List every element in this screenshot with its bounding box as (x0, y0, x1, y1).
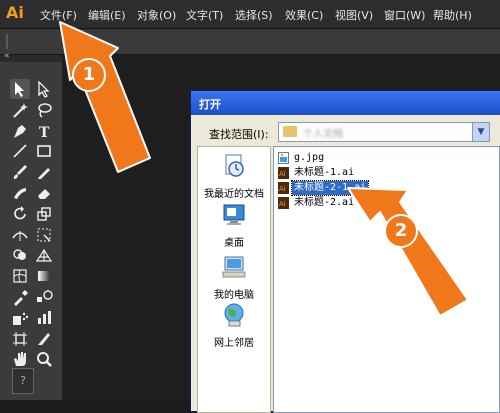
grip-handle[interactable] (6, 34, 8, 49)
slice-tool-icon[interactable] (34, 329, 54, 349)
direct-selection-tool-icon[interactable] (34, 79, 54, 99)
menu-view[interactable]: 视图(V) (335, 7, 373, 23)
recent-documents-icon (225, 154, 244, 177)
eyedropper-tool-icon[interactable] (10, 287, 30, 307)
control-bar (0, 29, 500, 55)
help-icon[interactable]: ? (12, 368, 34, 394)
place-label: 网上邻居 (214, 338, 254, 349)
paintbrush-tool-icon[interactable] (10, 162, 30, 182)
desktop-icon (223, 204, 245, 225)
shape-builder-tool-icon[interactable] (10, 245, 30, 265)
magic-wand-tool-icon[interactable] (10, 100, 30, 120)
width-tool-icon[interactable] (10, 225, 30, 245)
collapse-icon[interactable]: « (4, 51, 10, 61)
scale-tool-icon[interactable] (34, 204, 54, 224)
svg-text:Ai: Ai (279, 200, 286, 208)
ai-file-icon: Ai (278, 197, 289, 209)
type-tool-icon[interactable]: T (34, 121, 54, 141)
blend-tool-icon[interactable] (34, 287, 54, 307)
dialog-titlebar[interactable]: 打开 (191, 91, 500, 115)
look-in-value: 个人文档 (303, 129, 343, 140)
symbol-sprayer-tool-icon[interactable] (10, 308, 30, 328)
places-bar: 我最近的文档 桌面 我的电脑 网上邻居 (197, 146, 271, 413)
hand-tool-icon[interactable] (10, 349, 30, 369)
menu-file[interactable]: 文件(F) (40, 7, 77, 23)
menu-object[interactable]: 对象(O) (137, 7, 176, 23)
jpg-file-icon (278, 152, 289, 164)
menu-help[interactable]: 帮助(H) (433, 7, 472, 23)
perspective-grid-tool-icon[interactable] (34, 245, 54, 265)
lasso-tool-icon[interactable] (34, 100, 54, 120)
menu-select[interactable]: 选择(S) (235, 7, 273, 23)
menu-edit[interactable]: 编辑(E) (88, 7, 126, 23)
artboard-tool-icon[interactable] (10, 329, 30, 349)
place-label: 桌面 (224, 238, 244, 249)
rectangle-tool-icon[interactable] (34, 141, 54, 161)
place-desktop[interactable]: 桌面 (198, 202, 270, 249)
svg-text:Ai: Ai (279, 185, 286, 193)
svg-text:T: T (39, 125, 50, 141)
place-my-computer[interactable]: 我的电脑 (198, 254, 270, 301)
ai-logo: Ai (6, 3, 24, 22)
my-computer-icon (222, 256, 246, 278)
ai-file-icon: Ai (278, 182, 289, 194)
pencil-tool-icon[interactable] (34, 162, 54, 182)
annotation-badge-1: 1 (72, 58, 106, 92)
annotation-badge-2: 2 (384, 214, 418, 248)
place-label: 我最近的文档 (204, 189, 264, 200)
mesh-tool-icon[interactable] (10, 266, 30, 286)
tools-panel: « T ? (0, 51, 63, 400)
panel-header[interactable]: « (0, 51, 62, 62)
file-list: g.jpg Ai 未标题-1.ai Ai 未标题-2-1.ai Ai 未标题-2… (273, 146, 500, 413)
file-name: g.jpg (294, 152, 325, 163)
place-network[interactable]: 网上邻居 (198, 302, 270, 349)
place-recent-documents[interactable]: 我最近的文档 (198, 153, 270, 200)
menu-type[interactable]: 文字(T) (186, 7, 223, 23)
blob-brush-tool-icon[interactable] (10, 183, 30, 203)
selection-tool-icon[interactable] (10, 79, 30, 99)
look-in-label: 查找范围(I): (209, 128, 269, 141)
svg-text:Ai: Ai (279, 170, 286, 178)
gradient-tool-icon[interactable] (34, 266, 54, 286)
file-name: 未标题-2.ai (294, 197, 355, 208)
folder-icon (283, 126, 297, 137)
column-graph-tool-icon[interactable] (34, 308, 54, 328)
eraser-tool-icon[interactable] (34, 183, 54, 203)
dialog-title: 打开 (199, 98, 221, 111)
menu-effect[interactable]: 效果(C) (285, 7, 323, 23)
place-label: 我的电脑 (214, 290, 254, 301)
zoom-tool-icon[interactable] (34, 349, 54, 369)
rotate-tool-icon[interactable] (10, 204, 30, 224)
pen-tool-icon[interactable] (10, 121, 30, 141)
line-tool-icon[interactable] (10, 141, 30, 161)
ai-file-icon: Ai (278, 167, 289, 179)
file-name: 未标题-2-1.ai (290, 180, 370, 196)
open-dialog: 打开 查找范围(I): 个人文档 ▼ 我最近的文档 桌面 我的电脑 网上邻居 g… (190, 90, 500, 413)
file-name: 未标题-1.ai (294, 167, 355, 178)
chevron-down-icon[interactable]: ▼ (472, 123, 489, 141)
free-transform-tool-icon[interactable] (34, 225, 54, 245)
look-in-dropdown[interactable]: 个人文档 ▼ (278, 122, 490, 142)
menu-window[interactable]: 窗口(W) (384, 7, 425, 23)
network-places-icon (224, 303, 244, 327)
menu-bar: Ai 文件(F) 编辑(E) 对象(O) 文字(T) 选择(S) 效果(C) 视… (0, 0, 500, 29)
